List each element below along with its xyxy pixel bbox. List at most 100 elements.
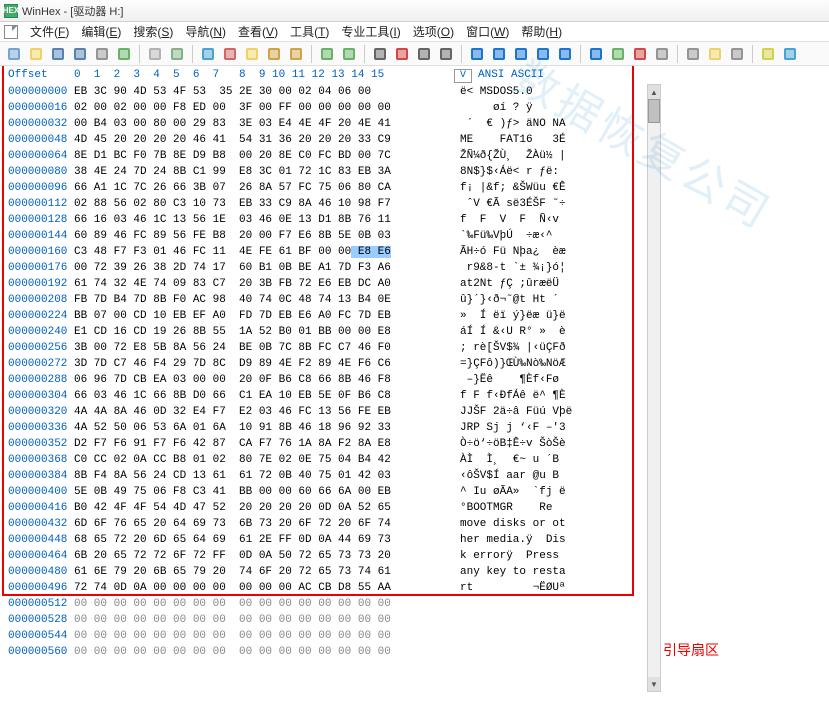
ascii-cell[interactable]: øí ? ÿ xyxy=(454,100,649,116)
menu-f[interactable]: 文件(F) xyxy=(24,21,75,42)
ascii-cell[interactable]: k errorÿ Press xyxy=(454,548,649,564)
menu-h[interactable]: 帮助(H) xyxy=(515,21,568,42)
ascii-cell[interactable]: ME FAT16 3É xyxy=(454,132,649,148)
bytes-cell[interactable]: 4A 52 50 06 53 6A 01 6A 10 91 8B 46 18 9… xyxy=(74,420,454,436)
save-as-button[interactable] xyxy=(70,44,90,64)
scroll-down-button[interactable]: ▼ xyxy=(648,677,660,691)
menu-v[interactable]: 查看(V) xyxy=(232,21,284,42)
ascii-cell[interactable]: r9&8-t `± ¾¡}ó¦ xyxy=(454,260,649,276)
hex-row[interactable]: 00000012866 16 03 46 1C 13 56 1E 03 46 0… xyxy=(2,212,649,228)
menu-w[interactable]: 窗口(W) xyxy=(460,21,515,42)
bytes-cell[interactable]: FB 7D B4 7D 8B F0 AC 98 40 74 0C 48 74 1… xyxy=(74,292,454,308)
menu-t[interactable]: 工具(T) xyxy=(284,21,335,42)
hex-row[interactable]: 0000000648E D1 BC F0 7B 8E D9 B8 00 20 8… xyxy=(2,148,649,164)
ascii-cell[interactable]: f F V F Ñ‹v xyxy=(454,212,649,228)
binoculars-down-button[interactable] xyxy=(414,44,434,64)
goto-start-button[interactable] xyxy=(467,44,487,64)
bytes-cell[interactable]: 02 88 56 02 80 C3 10 73 EB 33 C9 8A 46 1… xyxy=(74,196,454,212)
hex-row[interactable]: 000000000EB 3C 90 4D 53 4F 53 35 2E 30 0… xyxy=(2,84,649,100)
properties-button[interactable] xyxy=(114,44,134,64)
ascii-cell[interactable]: ë< MSDOS5.0 xyxy=(454,84,649,100)
info-button[interactable] xyxy=(780,44,800,64)
ascii-cell[interactable]: ÀÌ Ì¸ €~ u ´B xyxy=(454,452,649,468)
ascii-cell[interactable]: 8N$}$‹Áë< r ƒë: xyxy=(454,164,649,180)
goto-next-button[interactable] xyxy=(533,44,553,64)
menu-e[interactable]: 编辑(E) xyxy=(75,21,127,42)
hex-row[interactable]: 00000054400 00 00 00 00 00 00 00 00 00 0… xyxy=(2,628,649,644)
bytes-cell[interactable]: D2 F7 F6 91 F7 F6 42 87 CA F7 76 1A 8A F… xyxy=(74,436,454,452)
bytes-cell[interactable]: 00 72 39 26 38 2D 74 17 60 B1 0B BE A1 7… xyxy=(74,260,454,276)
open-folder-button[interactable] xyxy=(26,44,46,64)
menu-i[interactable]: 专业工具(I) xyxy=(335,21,406,42)
hex-row[interactable]: 00000003200 B4 03 00 80 00 29 83 3E 03 E… xyxy=(2,116,649,132)
new-file-button[interactable] xyxy=(4,44,24,64)
menu-s[interactable]: 搜索(S) xyxy=(127,21,179,42)
binoculars-red-button[interactable] xyxy=(392,44,412,64)
bytes-cell[interactable]: 38 4E 24 7D 24 8B C1 99 E8 3C 01 72 1C 8… xyxy=(74,164,454,180)
find-hex-button[interactable] xyxy=(339,44,359,64)
bytes-cell[interactable]: EB 3C 90 4D 53 4F 53 35 2E 30 00 02 04 0… xyxy=(74,84,454,100)
hex-row[interactable]: 0000003848B F4 8A 56 24 CD 13 61 61 72 0… xyxy=(2,468,649,484)
hex-row[interactable]: 0000000484D 45 20 20 20 20 46 41 54 31 3… xyxy=(2,132,649,148)
ascii-cell[interactable]: ; rè[ŠV$¾ |‹üÇFð xyxy=(454,340,649,356)
hex-row[interactable]: 000000208FB 7D B4 7D 8B F0 AC 98 40 74 0… xyxy=(2,292,649,308)
hex-row[interactable]: 0000002723D 7D C7 46 F4 29 7D 8C D9 89 4… xyxy=(2,356,649,372)
scroll-thumb[interactable] xyxy=(648,99,660,123)
vertical-scrollbar[interactable]: ▲ ▼ xyxy=(647,84,661,692)
ascii-cell[interactable]: ‹ôŠV$Í aar @u B xyxy=(454,468,649,484)
bytes-cell[interactable]: 66 16 03 46 1C 13 56 1E 03 46 0E 13 D1 8… xyxy=(74,212,454,228)
bytes-cell[interactable]: 72 74 0D 0A 00 00 00 00 00 00 00 AC CB D… xyxy=(74,580,454,596)
ascii-cell[interactable]: ´ € )ƒ> äNO NA xyxy=(454,116,649,132)
ascii-cell[interactable]: her media.ÿ Dis xyxy=(454,532,649,548)
menu-o[interactable]: 选项(O) xyxy=(407,21,460,42)
paste-button[interactable] xyxy=(264,44,284,64)
binoculars-up-button[interactable] xyxy=(436,44,456,64)
open-ram-button[interactable] xyxy=(167,44,187,64)
hex-row[interactable]: 00000051200 00 00 00 00 00 00 00 00 00 0… xyxy=(2,596,649,612)
bytes-cell[interactable]: 5E 0B 49 75 06 F8 C3 41 BB 00 00 60 66 6… xyxy=(74,484,454,500)
ascii-cell[interactable]: û}´}‹ð¬˜@t Ht ´ xyxy=(454,292,649,308)
hex-row[interactable]: 000000160C3 48 F7 F3 01 46 FC 11 4E FE 6… xyxy=(2,244,649,260)
bytes-cell[interactable]: 00 00 00 00 00 00 00 00 00 00 00 00 00 0… xyxy=(74,596,454,612)
bytes-cell[interactable]: 66 03 46 1C 66 8B D0 66 C1 EA 10 EB 5E 0… xyxy=(74,388,454,404)
print-button[interactable] xyxy=(92,44,112,64)
ascii-cell[interactable]: °BOOTMGR Re xyxy=(454,500,649,516)
save-button[interactable] xyxy=(48,44,68,64)
bytes-cell[interactable]: 6D 6F 76 65 20 64 69 73 6B 73 20 6F 72 2… xyxy=(74,516,454,532)
hex-row[interactable]: 00000052800 00 00 00 00 00 00 00 00 00 0… xyxy=(2,612,649,628)
open-disk-button[interactable] xyxy=(145,44,165,64)
ascii-cell[interactable]: ^ Iu øÃA» `fj ë xyxy=(454,484,649,500)
ascii-cell[interactable]: f F f‹ÐfÁê ë^ ¶È xyxy=(454,388,649,404)
binoculars-button[interactable] xyxy=(370,44,390,64)
bytes-cell[interactable]: 60 89 46 FC 89 56 FE B8 20 00 F7 E6 8B 5… xyxy=(74,228,454,244)
bytes-cell[interactable]: B0 42 4F 4F 54 4D 47 52 20 20 20 20 0D 0… xyxy=(74,500,454,516)
ascii-cell[interactable]: ˆV €Ã së3ÉŠF ˜÷ xyxy=(454,196,649,212)
ascii-cell[interactable] xyxy=(454,644,649,660)
bytes-cell[interactable]: 3B 00 72 E8 5B 8A 56 24 BE 0B 7C 8B FC C… xyxy=(74,340,454,356)
hex-row[interactable]: 00000030466 03 46 1C 66 8B D0 66 C1 EA 1… xyxy=(2,388,649,404)
scroll-track[interactable] xyxy=(648,99,660,677)
ascii-cell[interactable]: =}ÇFô)}ŒÙ‰Nò‰NöÆ xyxy=(454,356,649,372)
gear-green-button[interactable] xyxy=(608,44,628,64)
ascii-cell[interactable]: JJŠF 2ä÷â Füú Vþë xyxy=(454,404,649,420)
ascii-cell[interactable]: JRP Sj j ‘‹F –'3 xyxy=(454,420,649,436)
goto-end-button[interactable] xyxy=(555,44,575,64)
bytes-cell[interactable]: 61 6E 79 20 6B 65 79 20 74 6F 20 72 65 7… xyxy=(74,564,454,580)
ascii-cell[interactable]: `‰Fü‰VþÚ ÷æ‹^ xyxy=(454,228,649,244)
goto-prev-button[interactable] xyxy=(489,44,509,64)
hex-row[interactable]: 00000019261 74 32 4E 74 09 83 C7 20 3B F… xyxy=(2,276,649,292)
menu-n[interactable]: 导航(N) xyxy=(179,21,232,42)
play-button[interactable] xyxy=(630,44,650,64)
undo-button[interactable] xyxy=(198,44,218,64)
bytes-cell[interactable]: E1 CD 16 CD 19 26 8B 55 1A 52 B0 01 BB 0… xyxy=(74,324,454,340)
bytes-cell[interactable]: 00 00 00 00 00 00 00 00 00 00 00 00 00 0… xyxy=(74,612,454,628)
hex-row[interactable]: 00000044868 65 72 20 6D 65 64 69 61 2E F… xyxy=(2,532,649,548)
hex-row[interactable]: 0000004326D 6F 76 65 20 64 69 73 6B 73 2… xyxy=(2,516,649,532)
bytes-cell[interactable]: 8B F4 8A 56 24 CD 13 61 61 72 0B 40 75 0… xyxy=(74,468,454,484)
camera-button[interactable] xyxy=(705,44,725,64)
hex-row[interactable]: 00000056000 00 00 00 00 00 00 00 00 00 0… xyxy=(2,644,649,660)
ascii-cell[interactable]: rt ¬ËØUª xyxy=(454,580,649,596)
hex-row[interactable]: 000000224BB 07 00 CD 10 EB EF A0 FD 7D E… xyxy=(2,308,649,324)
cut-button[interactable] xyxy=(220,44,240,64)
hex-row[interactable]: 00000011202 88 56 02 80 C3 10 73 EB 33 C… xyxy=(2,196,649,212)
